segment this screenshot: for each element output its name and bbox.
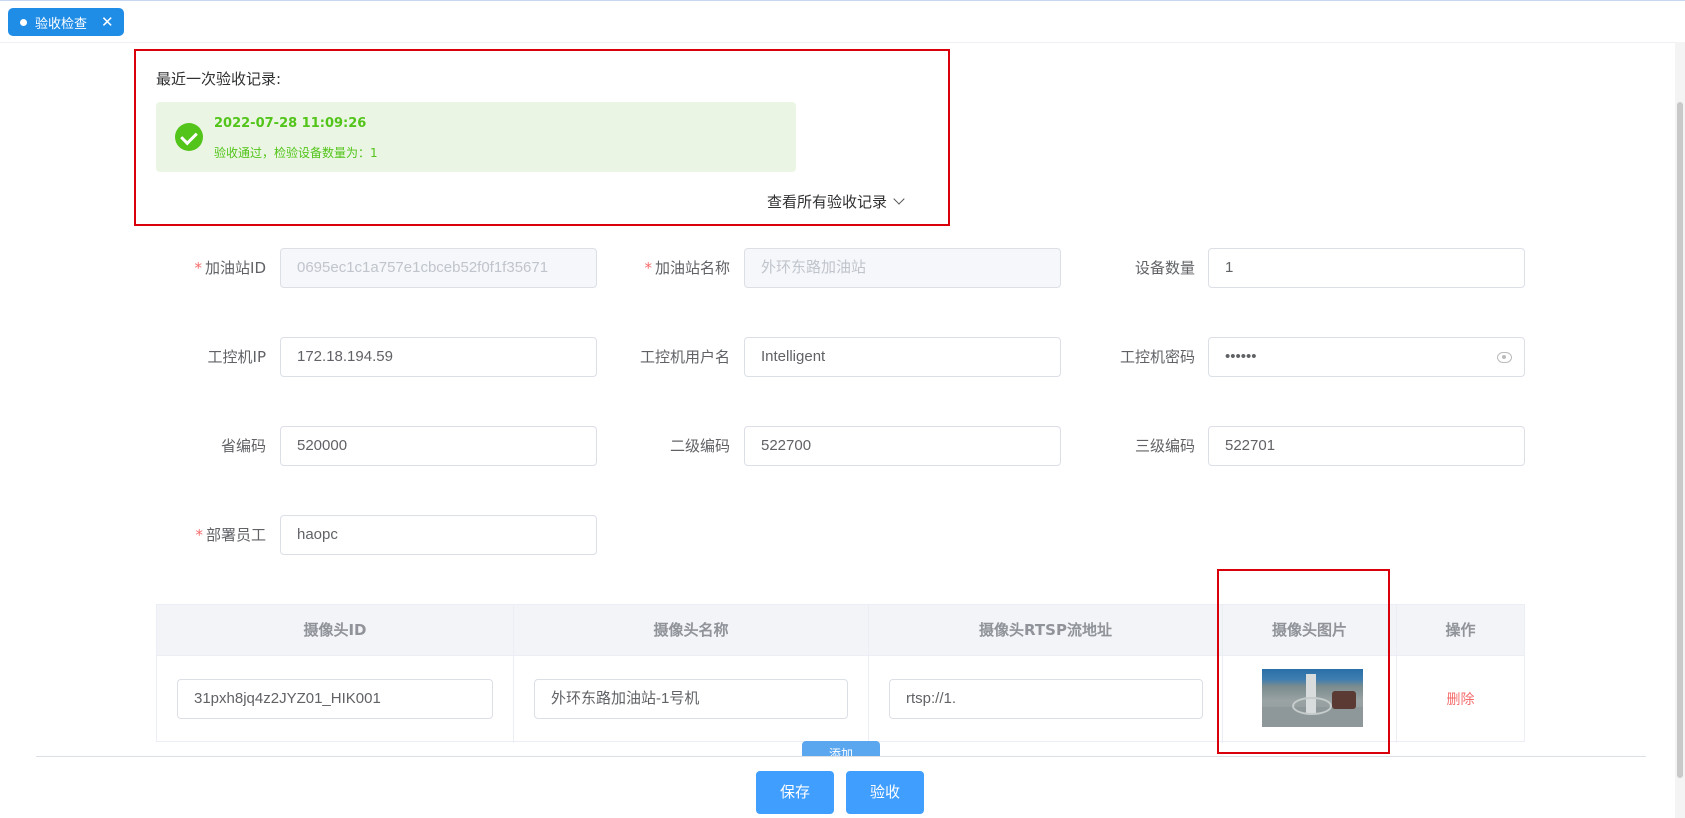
record-highlight-frame xyxy=(134,49,950,226)
ipc-password-label: 工控机密码 xyxy=(1119,348,1195,366)
level2-code-input[interactable]: 522700 xyxy=(744,426,1061,466)
ipc-user-label: 工控机用户名 xyxy=(639,348,730,366)
scrollbar-thumb[interactable] xyxy=(1677,102,1683,778)
province-code-label: 省编码 xyxy=(220,437,266,455)
level3-code-input[interactable]: 522701 xyxy=(1208,426,1525,466)
header-camera-id: 摄像头ID xyxy=(157,605,514,655)
password-mask: •••••• xyxy=(1225,348,1257,365)
level3-code-label: 三级编码 xyxy=(1134,437,1195,455)
camera-name-input[interactable]: 外环东路加油站-1号机 xyxy=(534,679,848,719)
eye-icon[interactable] xyxy=(1497,352,1512,363)
image-highlight-frame xyxy=(1217,569,1390,754)
staff-input[interactable]: haopc xyxy=(280,515,597,555)
station-name-input[interactable]: 外环东路加油站 xyxy=(744,248,1061,288)
ipc-password-input[interactable]: •••••• xyxy=(1208,337,1525,377)
delete-button[interactable]: 删除 xyxy=(1397,689,1524,709)
close-icon[interactable]: ✕ xyxy=(101,14,114,30)
header-camera-rtsp: 摄像头RTSP流地址 xyxy=(869,605,1223,655)
station-id-label: * 加油站ID xyxy=(194,259,266,277)
accept-button[interactable]: 验收 xyxy=(846,771,924,814)
footer-divider xyxy=(36,756,1646,757)
tab-bar: 验收检查 ✕ xyxy=(0,0,1685,43)
device-count-label: 设备数量 xyxy=(1134,259,1195,277)
ipc-ip-label: 工控机IP xyxy=(207,348,266,366)
ipc-ip-input[interactable]: 172.18.194.59 xyxy=(280,337,597,377)
station-name-label: * 加油站名称 xyxy=(644,259,730,277)
header-actions: 操作 xyxy=(1445,621,1476,639)
active-dot-icon xyxy=(20,18,27,26)
level2-code-label: 二级编码 xyxy=(669,437,730,455)
camera-id-input[interactable]: 31pxh8jq4z2JYZ01_HIK001 xyxy=(177,679,493,719)
add-camera-button[interactable]: 添加 xyxy=(802,741,880,757)
save-button[interactable]: 保存 xyxy=(756,771,834,814)
station-id-input[interactable]: 0695ec1c1a757e1cbceb52f0f1f35671 xyxy=(280,248,597,288)
tab-acceptance-check[interactable]: 验收检查 ✕ xyxy=(8,8,124,36)
camera-rtsp-input[interactable]: rtsp://1. xyxy=(889,679,1203,719)
cell-camera-id: 31pxh8jq4z2JYZ01_HIK001 xyxy=(157,656,514,743)
cell-camera-rtsp: rtsp://1. xyxy=(869,656,1223,743)
device-count-input[interactable]: 1 xyxy=(1208,248,1525,288)
header-camera-name: 摄像头名称 xyxy=(514,605,869,655)
staff-label: * 部署员工 xyxy=(195,526,266,544)
vertical-scrollbar[interactable] xyxy=(1675,42,1685,818)
cell-camera-name: 外环东路加油站-1号机 xyxy=(514,656,869,743)
tab-label: 验收检查 xyxy=(35,16,88,32)
province-code-input[interactable]: 520000 xyxy=(280,426,597,466)
ipc-user-input[interactable]: Intelligent xyxy=(744,337,1061,377)
cell-actions: 删除 xyxy=(1397,656,1524,743)
